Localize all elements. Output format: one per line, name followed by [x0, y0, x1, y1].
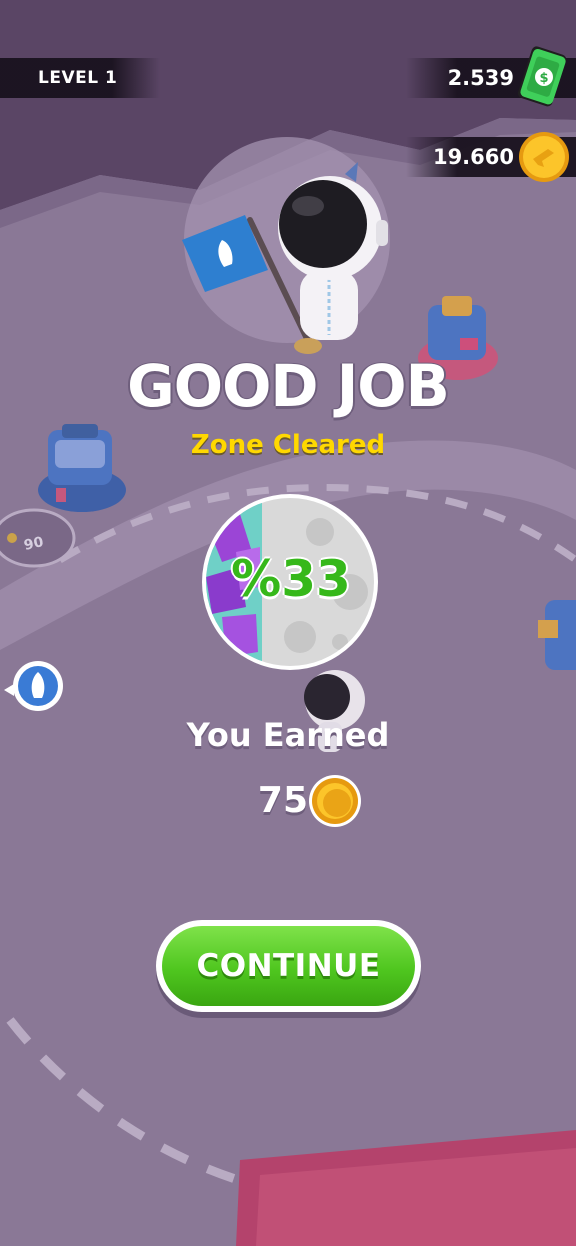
zone-progress-percent: %33: [231, 550, 351, 608]
level-indicator: LEVEL 1: [0, 58, 160, 98]
continue-label: CONTINUE: [196, 948, 381, 984]
zone-cleared-subtitle: Zone Cleared: [190, 430, 386, 460]
level-label: LEVEL 1: [38, 68, 118, 88]
cash-counter: 2.539 $: [406, 46, 576, 107]
cash-amount: 2.539: [447, 66, 514, 90]
you-earned-label: You Earned: [186, 716, 390, 754]
reward-coin-icon: [309, 775, 361, 827]
astronaut-character: [182, 162, 388, 354]
cash-bill-icon: $: [517, 46, 567, 107]
svg-text:$: $: [539, 71, 548, 86]
continue-button[interactable]: CONTINUE: [156, 920, 421, 1012]
result-title: GOOD JOB: [127, 352, 450, 420]
reward-amount: 75: [257, 780, 308, 821]
gold-coin-icon: [519, 132, 569, 182]
continue-button-face[interactable]: CONTINUE: [162, 926, 415, 1006]
coin-counter: 19.660: [406, 132, 576, 182]
coin-amount: 19.660: [432, 145, 514, 169]
